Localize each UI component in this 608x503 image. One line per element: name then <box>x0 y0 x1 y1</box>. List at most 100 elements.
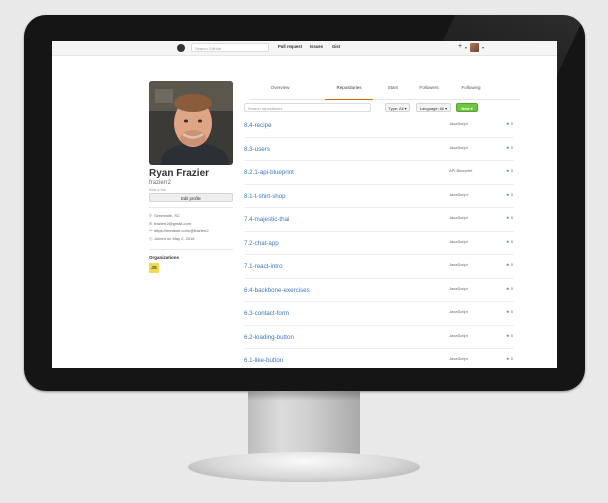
star-count: 0 <box>510 356 513 361</box>
joined-row: ◷ Joined on May 2, 2016 <box>149 236 209 244</box>
email-row[interactable]: ✉ frazierr2@gmail.com <box>149 221 209 229</box>
repo-name-link[interactable]: 6.2-loading-button <box>244 334 294 341</box>
repo-stars[interactable]: ★ 0 <box>506 262 513 267</box>
star-icon: ★ <box>506 121 510 126</box>
monitor-stand-shadow <box>248 391 360 401</box>
edit-profile-button[interactable]: Edit profile <box>149 193 233 202</box>
tab-repositories[interactable]: Repositories <box>325 82 373 100</box>
repo-name-link[interactable]: 8.4-recipe <box>244 122 272 129</box>
type-filter-select[interactable]: Type: All ▾ <box>385 103 410 112</box>
star-count: 0 <box>510 285 513 291</box>
profile-details: ⚲ Greenville, SC ✉ frazierr2@gmail.com ⚯ ht… <box>149 213 209 243</box>
divider <box>149 249 233 250</box>
repo-name-link[interactable]: 7.1-react-intro <box>244 263 283 270</box>
repo-name-link[interactable]: 6.4-backbone-exercises <box>244 287 310 294</box>
repo-stars[interactable]: ★ 0 <box>506 333 513 338</box>
website-link[interactable]: https://medium.com/@frazierr2 <box>154 228 209 233</box>
repo-row: 6.1-like-button JavaScript ★ 0 <box>244 349 514 368</box>
avatar-small[interactable] <box>470 43 479 52</box>
avatar[interactable] <box>149 81 233 165</box>
monitor-stand-base <box>188 452 420 482</box>
repo-stars[interactable]: ★ 0 <box>506 215 513 220</box>
add-bio-link[interactable]: Add a bio <box>149 187 166 192</box>
repo-row: 8.4-recipe JavaScript ★ 0 <box>244 114 514 138</box>
repo-stars[interactable]: ★ 0 <box>506 286 513 291</box>
tab-stars[interactable]: Stars <box>378 82 408 99</box>
repository-list: 8.4-recipe JavaScript ★ 0 8.3-users JavaScri… <box>244 114 514 368</box>
repo-row: 8.2.1-api-blueprint API Blueprint ★ 0 <box>244 161 514 185</box>
star-icon: ★ <box>506 238 510 244</box>
repository-search-input[interactable]: Search repositories <box>244 103 371 112</box>
star-icon: ★ <box>506 309 510 314</box>
tab-following[interactable]: Following <box>450 82 492 99</box>
repo-row: 7.1-react-intro JavaScript ★ 0 <box>244 255 514 279</box>
nav-issues[interactable]: Issues <box>310 44 323 49</box>
repo-language: JavaScript <box>449 238 468 244</box>
repo-language: JavaScript <box>449 332 468 338</box>
repo-stars[interactable]: ★ 0 <box>506 239 513 244</box>
site-search-input[interactable]: Search GitHub <box>191 43 269 52</box>
star-count: 0 <box>510 121 513 126</box>
repo-stars[interactable]: ★ 0 <box>506 121 513 126</box>
repo-name-link[interactable]: 7.2-chat-app <box>244 240 279 247</box>
profile-tabs: Overview Repositories Stars Followers Fo… <box>250 82 520 100</box>
repo-stars[interactable]: ★ 0 <box>506 192 513 197</box>
language-filter-select[interactable]: Language: All ▾ <box>416 103 451 112</box>
repo-language: JavaScript <box>449 215 468 220</box>
repo-language: JavaScript <box>449 191 468 197</box>
repo-row: 8.1-t-shirt-shop JavaScript ★ 0 <box>244 185 514 208</box>
repo-stars[interactable]: ★ 0 <box>506 145 513 150</box>
star-icon: ★ <box>506 356 510 361</box>
repo-language: JavaScript <box>449 356 468 361</box>
profile-username: frazierr2 <box>149 180 172 186</box>
star-count: 0 <box>510 144 513 150</box>
repo-stars[interactable]: ★ 0 <box>506 356 513 361</box>
star-count: 0 <box>510 332 513 338</box>
tab-overview[interactable]: Overview <box>260 82 300 99</box>
repo-language: JavaScript <box>449 144 468 150</box>
new-repo-button[interactable]: New ▾ <box>456 103 478 112</box>
repo-language: JavaScript <box>449 285 468 291</box>
browser-screen: Search GitHub Pull request Issues Gist +… <box>52 41 557 368</box>
repo-row: 8.3-users JavaScript ★ 0 <box>244 138 514 161</box>
location-row: ⚲ Greenville, SC <box>149 213 209 221</box>
star-count: 0 <box>510 191 513 197</box>
repo-language: JavaScript <box>449 309 468 314</box>
repo-name-link[interactable]: 8.3-users <box>244 146 270 153</box>
star-icon: ★ <box>506 144 510 150</box>
monitor-bezel: Search GitHub Pull request Issues Gist +… <box>24 15 585 391</box>
repo-row: 7.4-majestic-thai JavaScript ★ 0 <box>244 208 514 232</box>
star-icon: ★ <box>506 215 510 220</box>
nav-gist[interactable]: Gist <box>332 44 340 49</box>
repo-language: JavaScript <box>449 262 468 267</box>
repo-name-link[interactable]: 8.1-t-shirt-shop <box>244 193 286 200</box>
top-navbar: Search GitHub Pull request Issues Gist +… <box>52 41 557 56</box>
star-icon: ★ <box>506 191 510 197</box>
plus-icon[interactable]: + <box>458 43 462 51</box>
star-icon: ★ <box>506 285 510 291</box>
repo-row: 6.4-backbone-exercises JavaScript ★ 0 <box>244 279 514 302</box>
repo-name-link[interactable]: 8.2.1-api-blueprint <box>244 169 294 176</box>
divider <box>149 207 233 208</box>
location-text: Greenville, SC <box>154 213 180 218</box>
star-count: 0 <box>510 309 513 314</box>
repo-stars[interactable]: ★ 0 <box>506 168 513 173</box>
repo-stars[interactable]: ★ 0 <box>506 309 513 314</box>
organizations-heading: Organizations <box>149 255 180 260</box>
email-link[interactable]: frazierr2@gmail.com <box>154 221 191 226</box>
nav-pull-requests[interactable]: Pull request <box>278 44 302 49</box>
joined-text: Joined on May 2, 2016 <box>154 235 195 241</box>
chevron-down-icon[interactable]: ▾ <box>482 45 484 50</box>
star-count: 0 <box>510 215 513 220</box>
star-icon: ★ <box>506 332 510 338</box>
repo-name-link[interactable]: 7.4-majestic-thai <box>244 216 289 223</box>
org-avatar-js[interactable]: JS <box>149 263 159 273</box>
chevron-down-icon[interactable]: ▾ <box>465 45 467 50</box>
github-logo-icon[interactable] <box>177 44 185 52</box>
repo-name-link[interactable]: 6.1-like-button <box>244 357 283 364</box>
website-row[interactable]: ⚯ https://medium.com/@frazierr2 <box>149 228 209 236</box>
star-count: 0 <box>510 262 513 267</box>
repo-row: 6.3-contact-form JavaScript ★ 0 <box>244 302 514 326</box>
repo-name-link[interactable]: 6.3-contact-form <box>244 310 289 317</box>
tab-followers[interactable]: Followers <box>408 82 450 99</box>
